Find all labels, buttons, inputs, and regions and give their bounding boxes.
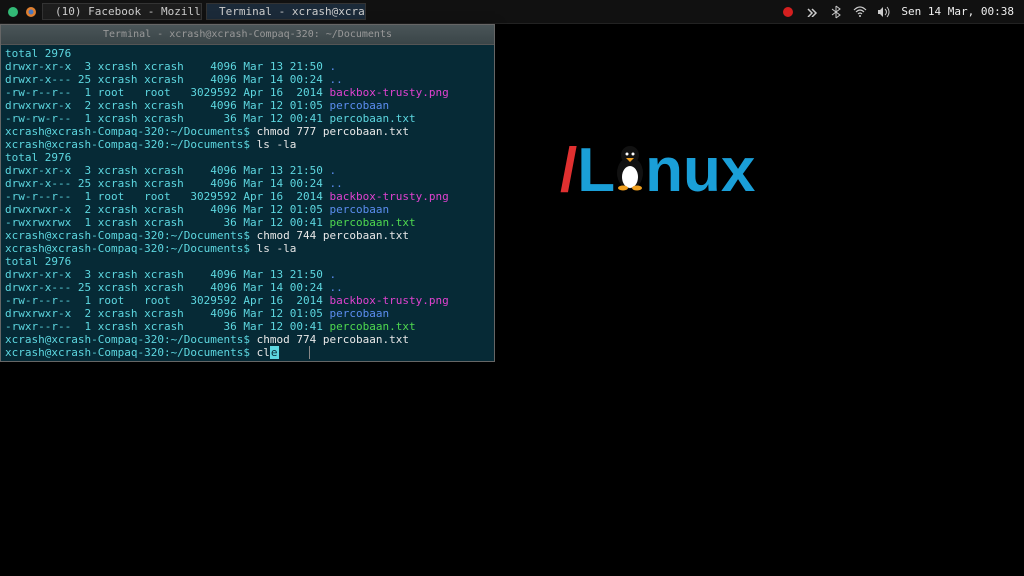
- penguin-icon: [611, 135, 649, 206]
- prompt-line: xcrash@xcrash-Compaq-320:~/Documents$ ls…: [5, 138, 490, 151]
- wifi-icon[interactable]: [853, 5, 867, 19]
- ls-row: drwxr-xr-x 3 xcrash xcrash 4096 Mar 13 2…: [5, 268, 490, 281]
- ls-row: drwxr-xr-x 3 xcrash xcrash 4096 Mar 13 2…: [5, 164, 490, 177]
- top-panel: (10) Facebook - Mozilla Fir... Terminal …: [0, 0, 1024, 24]
- title-bar[interactable]: Terminal - xcrash@xcrash-Compaq-320: ~/D…: [1, 25, 494, 45]
- ls-row: drwxr-x--- 25 xcrash xcrash 4096 Mar 14 …: [5, 73, 490, 86]
- firefox-icon[interactable]: [24, 5, 38, 19]
- prompt-line: xcrash@xcrash-Compaq-320:~/Documents$ ch…: [5, 229, 490, 242]
- text-cursor-icon: [309, 346, 310, 359]
- ls-row: -rwxrwxrwx 1 xcrash xcrash 36 Mar 12 00:…: [5, 216, 490, 229]
- record-icon[interactable]: [781, 5, 795, 19]
- clock[interactable]: Sen 14 Mar, 00:38: [901, 5, 1018, 18]
- bluetooth-icon[interactable]: [829, 5, 843, 19]
- prompt-line: xcrash@xcrash-Compaq-320:~/Documents$ ls…: [5, 242, 490, 255]
- ls-row: -rw-rw-r-- 1 xcrash xcrash 36 Mar 12 00:…: [5, 112, 490, 125]
- prompt-line: xcrash@xcrash-Compaq-320:~/Documents$ ch…: [5, 125, 490, 138]
- prompt-line: xcrash@xcrash-Compaq-320:~/Documents$ ch…: [5, 333, 490, 346]
- terminal-window[interactable]: Terminal - xcrash@xcrash-Compaq-320: ~/D…: [0, 24, 495, 362]
- window-title: Terminal - xcrash@xcrash-Compaq-320: ~/D…: [7, 29, 488, 40]
- taskbar-item-terminal[interactable]: Terminal - xcrash@xcrash-...: [206, 3, 366, 20]
- ls-row: drwxrwxr-x 2 xcrash xcrash 4096 Mar 12 0…: [5, 203, 490, 216]
- ls-row: -rw-r--r-- 1 root root 3029592 Apr 16 20…: [5, 190, 490, 203]
- battery-icon[interactable]: [805, 5, 819, 19]
- panel-left: (10) Facebook - Mozilla Fir... Terminal …: [6, 3, 366, 20]
- wallpaper-linux-post: nux: [645, 135, 755, 206]
- wallpaper-text: / L nux: [560, 135, 755, 206]
- total-line: total 2976: [5, 47, 490, 60]
- ls-row: drwxrwxr-x 2 xcrash xcrash 4096 Mar 12 0…: [5, 99, 490, 112]
- ls-row: drwxr-xr-x 3 xcrash xcrash 4096 Mar 13 2…: [5, 60, 490, 73]
- taskbar-item-firefox[interactable]: (10) Facebook - Mozilla Fir...: [42, 3, 202, 20]
- prompt-line-active[interactable]: xcrash@xcrash-Compaq-320:~/Documents$ cl…: [5, 346, 490, 359]
- menu-icon[interactable]: [6, 5, 20, 19]
- wallpaper-slash: /: [560, 135, 577, 206]
- taskbar-label: Terminal - xcrash@xcrash-...: [219, 5, 366, 18]
- wallpaper-linux-pre: L: [577, 135, 615, 206]
- ls-row: -rw-r--r-- 1 root root 3029592 Apr 16 20…: [5, 86, 490, 99]
- terminal-body[interactable]: total 2976drwxr-xr-x 3 xcrash xcrash 409…: [1, 45, 494, 361]
- ls-row: drwxrwxr-x 2 xcrash xcrash 4096 Mar 12 0…: [5, 307, 490, 320]
- taskbar-label: (10) Facebook - Mozilla Fir...: [55, 5, 202, 18]
- ls-row: -rwxr--r-- 1 xcrash xcrash 36 Mar 12 00:…: [5, 320, 490, 333]
- volume-icon[interactable]: [877, 5, 891, 19]
- total-line: total 2976: [5, 255, 490, 268]
- ls-row: drwxr-x--- 25 xcrash xcrash 4096 Mar 14 …: [5, 281, 490, 294]
- ls-row: drwxr-x--- 25 xcrash xcrash 4096 Mar 14 …: [5, 177, 490, 190]
- ls-row: -rw-r--r-- 1 root root 3029592 Apr 16 20…: [5, 294, 490, 307]
- total-line: total 2976: [5, 151, 490, 164]
- panel-right: Sen 14 Mar, 00:38: [781, 5, 1018, 19]
